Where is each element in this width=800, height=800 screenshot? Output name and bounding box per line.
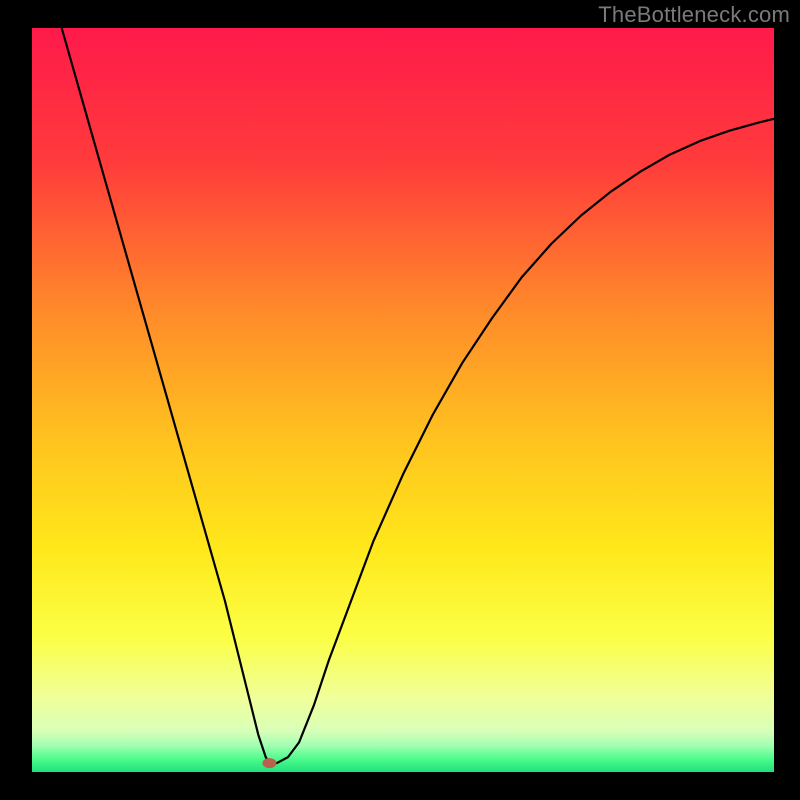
plot-background (32, 28, 774, 772)
watermark-text: TheBottleneck.com (598, 2, 790, 28)
optimal-point-marker (262, 758, 276, 768)
bottleneck-chart (0, 0, 800, 800)
chart-container: TheBottleneck.com (0, 0, 800, 800)
